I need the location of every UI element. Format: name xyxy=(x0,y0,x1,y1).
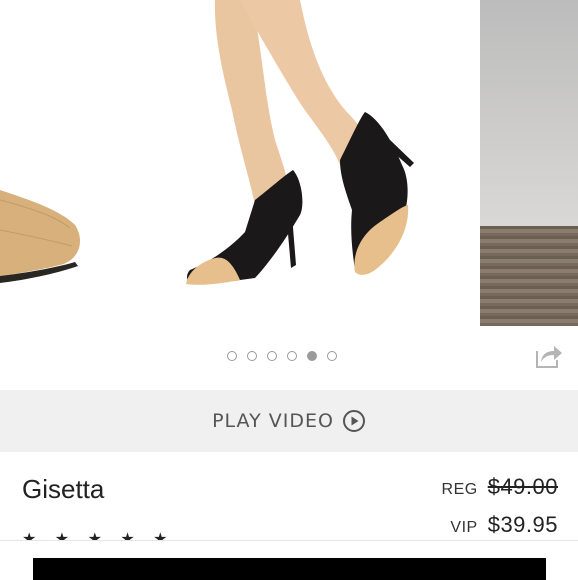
shoe-model-image[interactable] xyxy=(0,0,470,330)
carousel-dot[interactable] xyxy=(327,351,337,361)
play-video-label: PLAY VIDEO xyxy=(212,410,334,432)
reg-price-label: REG xyxy=(441,481,478,498)
add-to-bag-button[interactable] xyxy=(33,558,546,580)
regular-price: REG $49.00 xyxy=(442,474,558,500)
shoe-illustration xyxy=(0,0,414,285)
room-floor xyxy=(480,226,578,326)
play-video-button[interactable]: PLAY VIDEO xyxy=(0,390,578,452)
carousel-dot[interactable] xyxy=(287,351,297,361)
carousel-dot[interactable] xyxy=(247,351,257,361)
carousel-pagination xyxy=(227,351,337,361)
vip-price: VIP $39.95 xyxy=(450,512,558,538)
product-image-carousel[interactable] xyxy=(0,0,578,330)
reg-price-value: $49.00 xyxy=(487,474,558,499)
carousel-dot[interactable] xyxy=(227,351,237,361)
vip-price-value: $39.95 xyxy=(487,512,558,537)
carousel-dot[interactable] xyxy=(267,351,277,361)
share-icon[interactable] xyxy=(535,343,563,369)
vip-price-label: VIP xyxy=(450,519,478,536)
product-name: Gisetta xyxy=(22,474,105,504)
carousel-dot-active[interactable] xyxy=(307,351,317,361)
room-preview-image[interactable] xyxy=(480,0,578,326)
room-wall xyxy=(480,0,578,226)
play-circle-icon xyxy=(342,410,365,432)
